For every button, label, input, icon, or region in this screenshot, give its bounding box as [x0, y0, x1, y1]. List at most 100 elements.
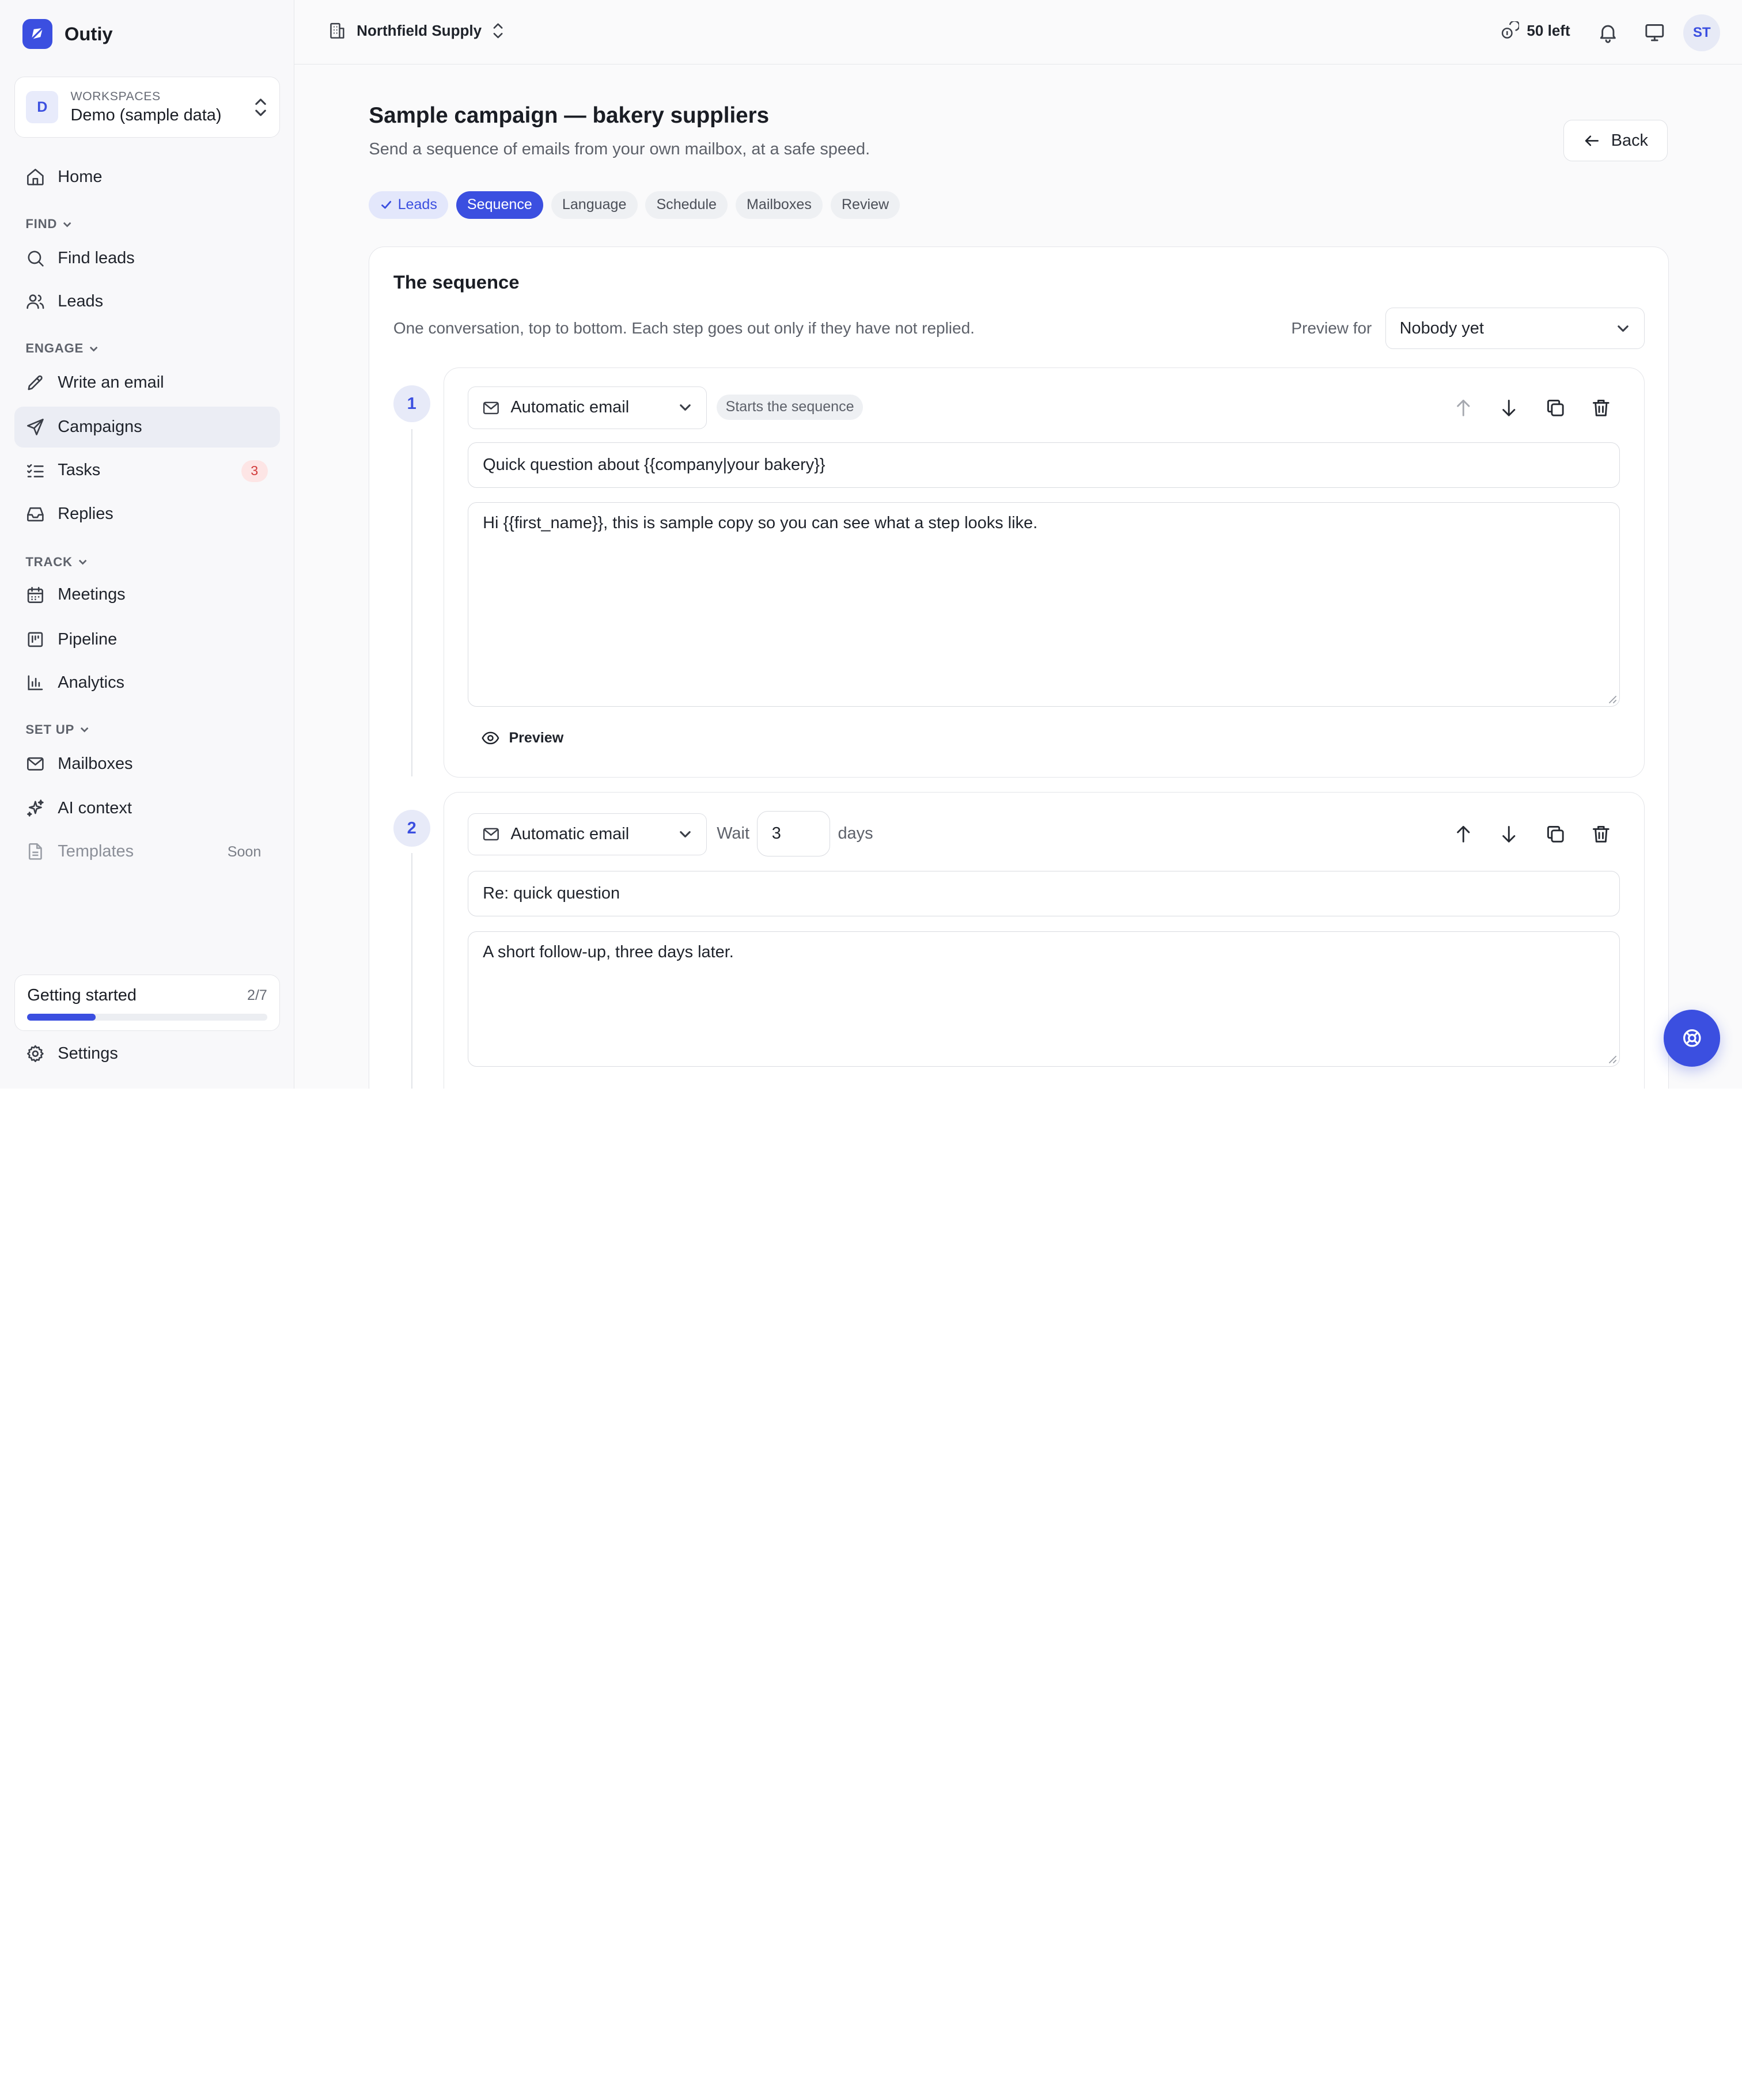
mail-icon	[483, 828, 499, 841]
sidebar-item-ai-context[interactable]: AI context	[14, 788, 280, 829]
brand-name: Outiy	[64, 22, 113, 44]
arrow-down-icon[interactable]	[1498, 397, 1520, 419]
sidebar-item-analytics[interactable]: Analytics	[14, 662, 280, 703]
gear-icon	[27, 1045, 44, 1063]
credits-indicator[interactable]: 50 left	[1500, 21, 1570, 40]
app-window: Outiy D WORKSPACES Demo (sample data) Ho…	[0, 0, 1742, 1089]
chevron-down-icon	[679, 831, 691, 838]
sidebar-item-campaigns[interactable]: Campaigns	[14, 407, 281, 448]
resize-handle-icon[interactable]	[1607, 1054, 1617, 1064]
chevron-down-icon	[679, 404, 691, 411]
wait-days-input[interactable]: 3	[756, 811, 830, 857]
chevron-down-icon	[80, 727, 89, 733]
brand[interactable]: Outiy	[22, 18, 113, 49]
pencil-icon	[28, 375, 43, 391]
step-chip-review[interactable]: Review	[830, 191, 900, 219]
trash-icon[interactable]	[1590, 823, 1612, 846]
sidebar-item-home[interactable]: Home	[14, 157, 280, 198]
step-chip-label: Mailboxes	[747, 196, 812, 213]
sidebar-item-mailboxes[interactable]: Mailboxes	[14, 744, 280, 784]
step-chip-mailboxes[interactable]: Mailboxes	[735, 191, 823, 219]
step-chip-language[interactable]: Language	[551, 191, 638, 219]
back-label: Back	[1611, 131, 1649, 150]
getting-started-card[interactable]: Getting started 2/7	[14, 974, 281, 1032]
file-icon	[29, 843, 43, 860]
step-type-value: Automatic email	[510, 825, 630, 844]
step-number: 2	[393, 810, 430, 847]
step-connector	[411, 853, 412, 1089]
step-chip-label: Language	[562, 196, 627, 213]
sidebar-item-label: Replies	[58, 504, 113, 523]
step-body-value: Hi {{first_name}}, this is sample copy s…	[483, 514, 1038, 533]
back-button[interactable]: Back	[1563, 120, 1668, 161]
sidebar-item-pipeline[interactable]: Pipeline	[14, 619, 280, 659]
sidebar-item-find-leads[interactable]: Find leads	[14, 238, 280, 279]
step-chip-leads[interactable]: Leads	[369, 191, 449, 219]
workspace-switcher[interactable]: D WORKSPACES Demo (sample data)	[14, 77, 281, 138]
chevron-down-icon	[78, 559, 86, 565]
section-setup[interactable]: SET UP	[25, 722, 90, 737]
credits-text: 50 left	[1527, 21, 1570, 39]
sidebar-item-tasks[interactable]: Tasks 3	[14, 450, 280, 491]
arrow-up-icon[interactable]	[1452, 397, 1475, 419]
users-icon	[26, 294, 44, 309]
duplicate-icon[interactable]	[1544, 823, 1567, 846]
section-label: ENGAGE	[25, 341, 84, 356]
workspace-label: WORKSPACES	[70, 89, 161, 103]
workspace-avatar: D	[26, 91, 59, 124]
wait-days-value: 3	[771, 824, 781, 843]
building-icon	[330, 22, 344, 39]
arrow-down-icon[interactable]	[1498, 823, 1520, 846]
trash-icon[interactable]	[1590, 397, 1612, 419]
step-number: 1	[393, 385, 430, 423]
eye-icon	[482, 732, 499, 745]
step-subject-input[interactable]: Re: quick question	[468, 871, 1620, 917]
preview-label: Preview	[509, 730, 564, 746]
wizard-steps: Leads Sequence Language Schedule Mailbox…	[369, 191, 900, 219]
sparkles-icon	[27, 799, 44, 817]
step-type-select[interactable]: Automatic email	[468, 386, 707, 429]
bar-chart-icon	[28, 675, 43, 691]
sidebar-item-settings[interactable]: Settings	[14, 1033, 280, 1074]
preview-for-label: Preview for	[1291, 319, 1372, 337]
preview-for-select[interactable]: Nobody yet	[1385, 308, 1645, 349]
sidebar-item-label: AI context	[58, 798, 132, 817]
monitor-icon[interactable]	[1643, 21, 1666, 44]
home-icon	[27, 169, 44, 185]
help-button[interactable]	[1663, 1010, 1721, 1067]
workspace-name: Demo (sample data)	[70, 105, 222, 124]
step-body-textarea[interactable]: Hi {{first_name}}, this is sample copy s…	[468, 502, 1620, 707]
step-body-textarea[interactable]: A short follow-up, three days later.	[468, 931, 1620, 1067]
sidebar-item-label: Pipeline	[58, 630, 118, 649]
topbar: Northfield Supply 50 left ST	[294, 0, 1742, 65]
step-type-select[interactable]: Automatic email	[468, 813, 707, 856]
user-avatar[interactable]: ST	[1683, 14, 1721, 51]
preview-for-value: Nobody yet	[1399, 319, 1484, 338]
calendar-icon	[28, 586, 44, 603]
step-chip-label: Leads	[397, 196, 437, 213]
step-subject-input[interactable]: Quick question about {{company|your bake…	[468, 442, 1620, 488]
step-body-value: A short follow-up, three days later.	[483, 942, 734, 961]
section-track[interactable]: TRACK	[25, 555, 88, 570]
section-label: TRACK	[25, 554, 73, 569]
sidebar-item-replies[interactable]: Replies	[14, 493, 280, 534]
resize-handle-icon[interactable]	[1607, 694, 1617, 704]
duplicate-icon[interactable]	[1544, 397, 1567, 419]
checklist-icon	[27, 464, 44, 477]
coins-icon	[1501, 21, 1519, 39]
sidebar-item-meetings[interactable]: Meetings	[14, 574, 280, 615]
bell-icon[interactable]	[1597, 21, 1619, 44]
chevron-up-down-icon	[255, 98, 266, 116]
sidebar-item-label: Templates	[58, 842, 134, 861]
sidebar-item-write-email[interactable]: Write an email	[14, 362, 280, 403]
section-engage[interactable]: ENGAGE	[25, 341, 99, 356]
sidebar-item-label: Analytics	[58, 673, 125, 692]
step-chip-sequence[interactable]: Sequence	[456, 191, 544, 219]
step-chip-schedule[interactable]: Schedule	[645, 191, 728, 219]
arrow-up-icon[interactable]	[1452, 823, 1475, 846]
section-find[interactable]: FIND	[25, 217, 73, 232]
preview-button[interactable]: Preview	[481, 729, 563, 748]
org-switcher[interactable]: Northfield Supply	[328, 21, 505, 40]
wait-label: Wait	[717, 824, 749, 843]
sidebar-item-leads[interactable]: Leads	[14, 281, 280, 322]
